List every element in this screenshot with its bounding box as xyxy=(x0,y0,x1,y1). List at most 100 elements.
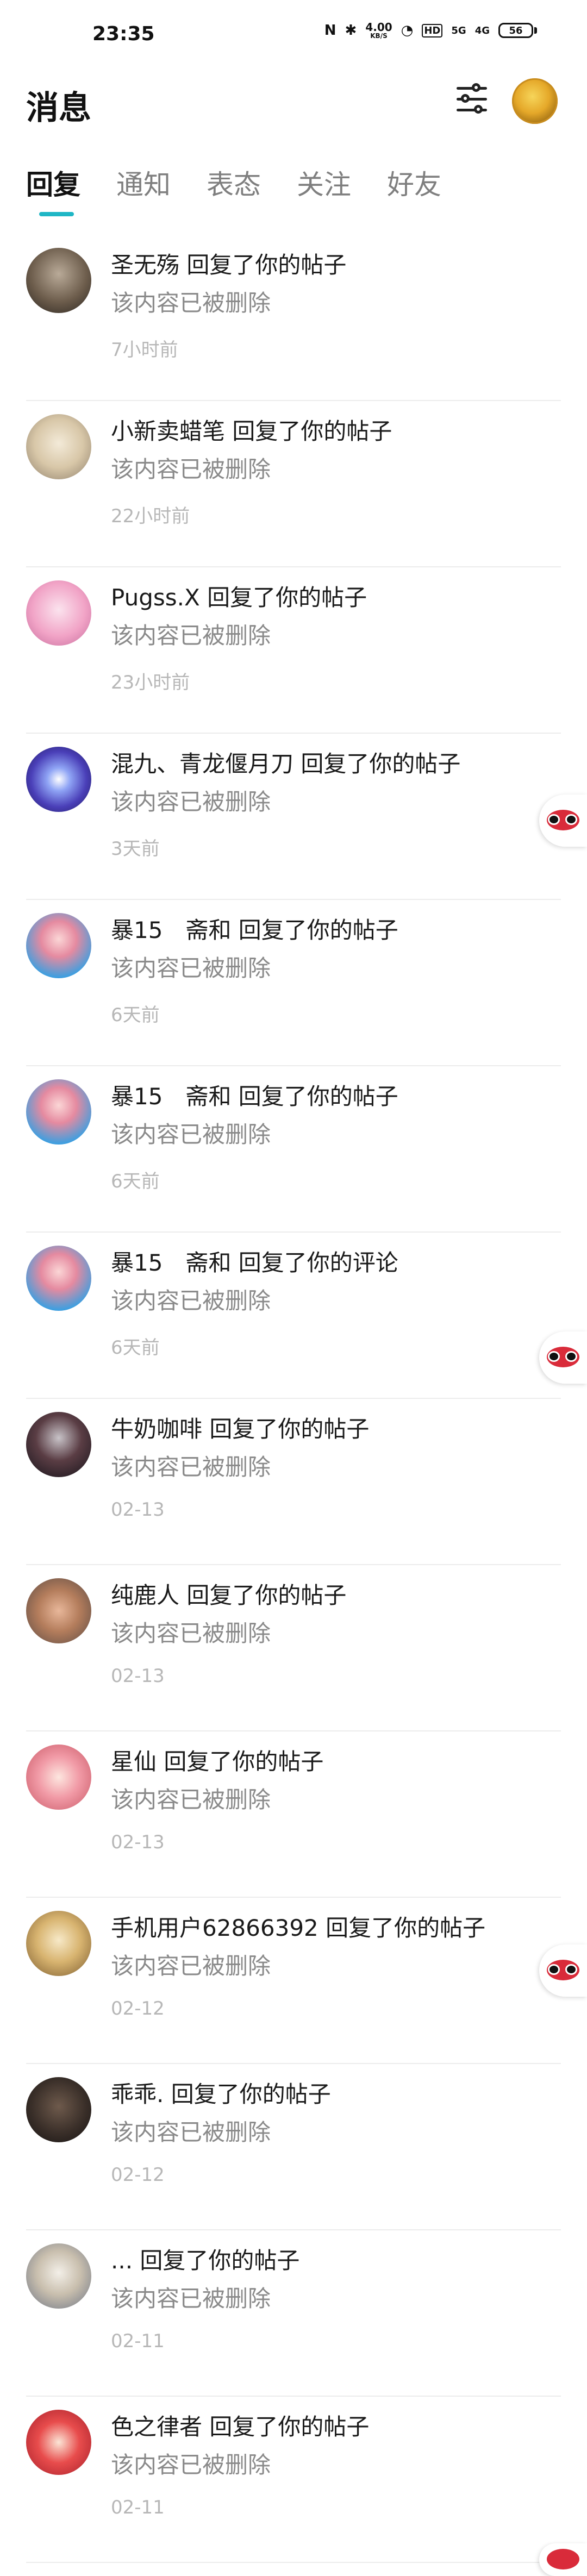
message-title: 纯鹿人 回复了你的帖子 xyxy=(111,1582,347,1609)
message-content: 该内容已被删除 xyxy=(111,1620,271,1647)
message-content: 该内容已被删除 xyxy=(111,1121,271,1148)
list-item[interactable]: 手机用户62866392 回复了你的帖子 该内容已被删除 02-12 xyxy=(0,1898,587,2064)
message-content: 该内容已被删除 xyxy=(111,1953,271,1979)
avatar[interactable] xyxy=(26,747,91,812)
tab-notice[interactable]: 通知 xyxy=(116,163,171,202)
user-avatar[interactable] xyxy=(512,78,558,124)
message-content: 该内容已被删除 xyxy=(111,2452,271,2478)
message-time: 23小时前 xyxy=(111,672,190,693)
message-time: 6天前 xyxy=(111,1337,160,1359)
message-title: 暴15 斋和 回复了你的帖子 xyxy=(111,1083,398,1110)
avatar[interactable] xyxy=(26,1745,91,1810)
list-item[interactable]: 牛奶咖啡 回复了你的帖子 该内容已被删除 02-13 xyxy=(0,1399,587,1565)
message-title: Pugss.X 回复了你的帖子 xyxy=(111,584,367,611)
message-content: 该内容已被删除 xyxy=(111,456,271,483)
avatar[interactable] xyxy=(26,2410,91,2475)
avatar[interactable] xyxy=(26,1578,91,1643)
avatar[interactable] xyxy=(26,1079,91,1145)
status-time: 23:35 xyxy=(92,23,155,45)
tab-follow[interactable]: 关注 xyxy=(297,163,351,202)
message-time: 02-12 xyxy=(111,2164,165,2186)
wifi-icon: ◔ xyxy=(401,22,414,39)
nfc-icon: N xyxy=(324,22,336,39)
message-content: 该内容已被删除 xyxy=(111,1454,271,1480)
message-time: 7小时前 xyxy=(111,339,178,361)
message-title: 圣无殇 回复了你的帖子 xyxy=(111,252,347,278)
message-content: 该内容已被删除 xyxy=(111,789,271,815)
signal-5g-icon: 5G xyxy=(451,24,466,36)
status-bar: 23:35 N ✱ 4.00 KB/S ◔ HD 5G 4G 56 xyxy=(0,0,587,76)
message-content: 该内容已被删除 xyxy=(111,622,271,649)
avatar[interactable] xyxy=(26,248,91,313)
list-item[interactable]: 星仙 回复了你的帖子 该内容已被删除 02-13 xyxy=(0,1731,587,1898)
list-item[interactable]: 纯鹿人 回复了你的帖子 该内容已被删除 02-13 xyxy=(0,1565,587,1731)
message-content: 该内容已被删除 xyxy=(111,2119,271,2146)
avatar[interactable] xyxy=(26,580,91,646)
battery-level: 56 xyxy=(498,23,533,38)
list-item[interactable]: 色之律者 回复了你的帖子 该内容已被删除 02-11 xyxy=(0,2397,587,2563)
message-title: 小新卖蜡笔 回复了你的帖子 xyxy=(111,418,392,445)
message-title: 混九、青龙偃月刀 回复了你的帖子 xyxy=(111,751,461,777)
message-time: 02-13 xyxy=(111,1665,165,1687)
network-speed-value: 4.00 xyxy=(365,21,392,34)
list-item[interactable]: ... 回复了你的帖子 该内容已被删除 02-11 xyxy=(0,2230,587,2397)
message-time: 6天前 xyxy=(111,1171,160,1192)
avatar[interactable] xyxy=(26,2077,91,2142)
message-title: 星仙 回复了你的帖子 xyxy=(111,1748,324,1775)
battery-icon: 56 xyxy=(498,23,537,38)
list-item[interactable]: 暴15 斋和 回复了你的帖子 该内容已被删除 6天前 xyxy=(0,900,587,1066)
avatar[interactable] xyxy=(26,2243,91,2309)
message-time: 02-11 xyxy=(111,2497,165,2518)
message-time: 22小时前 xyxy=(111,505,190,527)
message-title: ... 回复了你的帖子 xyxy=(111,2247,300,2274)
hd-icon: HD xyxy=(422,23,443,37)
message-title: 暴15 斋和 回复了你的帖子 xyxy=(111,917,398,943)
message-list: 圣无殇 回复了你的帖子 该内容已被删除 7小时前 小新卖蜡笔 回复了你的帖子 该… xyxy=(0,235,587,2563)
list-item[interactable]: 混九、青龙偃月刀 回复了你的帖子 该内容已被删除 3天前 xyxy=(0,734,587,900)
signal-4g-icon: 4G xyxy=(474,24,490,36)
list-item[interactable]: 暴15 斋和 回复了你的帖子 该内容已被删除 6天前 xyxy=(0,1066,587,1233)
message-content: 该内容已被删除 xyxy=(111,1287,271,1314)
message-title: 暴15 斋和 回复了你的评论 xyxy=(111,1249,398,1276)
tab-friends[interactable]: 好友 xyxy=(387,163,441,202)
avatar[interactable] xyxy=(26,414,91,479)
message-title: 乖乖. 回复了你的帖子 xyxy=(111,2081,331,2108)
message-time: 6天前 xyxy=(111,1004,160,1026)
message-time: 02-13 xyxy=(111,1831,165,1853)
list-item[interactable]: 小新卖蜡笔 回复了你的帖子 该内容已被删除 22小时前 xyxy=(0,401,587,567)
status-icons: N ✱ 4.00 KB/S ◔ HD 5G 4G 56 xyxy=(324,22,537,39)
list-item[interactable]: Pugss.X 回复了你的帖子 该内容已被删除 23小时前 xyxy=(0,567,587,734)
mask-emoji-icon[interactable] xyxy=(539,2543,587,2576)
mask-emoji-icon[interactable] xyxy=(539,1331,587,1384)
tab-indicator xyxy=(39,212,74,216)
list-item[interactable]: 圣无殇 回复了你的帖子 该内容已被删除 7小时前 xyxy=(0,235,587,401)
tab-reply[interactable]: 回复 xyxy=(26,163,80,202)
network-speed-unit: KB/S xyxy=(370,32,388,40)
avatar[interactable] xyxy=(26,1412,91,1477)
message-time: 3天前 xyxy=(111,838,160,860)
divider xyxy=(26,2562,561,2563)
network-speed: 4.00 KB/S xyxy=(365,22,392,39)
message-time: 02-12 xyxy=(111,1998,165,2019)
mask-emoji-icon[interactable] xyxy=(539,795,587,847)
message-time: 02-13 xyxy=(111,1499,165,1521)
avatar[interactable] xyxy=(26,1911,91,1976)
tab-reaction[interactable]: 表态 xyxy=(207,163,261,202)
message-time: 02-11 xyxy=(111,2330,165,2352)
message-content: 该内容已被删除 xyxy=(111,1786,271,1813)
message-content: 该内容已被删除 xyxy=(111,2285,271,2312)
list-item[interactable]: 暴15 斋和 回复了你的评论 该内容已被删除 6天前 xyxy=(0,1233,587,1399)
list-item[interactable]: 乖乖. 回复了你的帖子 该内容已被删除 02-12 xyxy=(0,2064,587,2230)
filter-icon[interactable] xyxy=(454,82,489,116)
bluetooth-icon: ✱ xyxy=(345,22,357,39)
message-tabs: 回复 通知 表态 关注 好友 xyxy=(26,163,477,202)
message-content: 该内容已被删除 xyxy=(111,290,271,316)
mask-emoji-icon[interactable] xyxy=(539,1944,587,1997)
message-content: 该内容已被删除 xyxy=(111,955,271,981)
message-title: 手机用户62866392 回复了你的帖子 xyxy=(111,1915,486,1941)
avatar[interactable] xyxy=(26,913,91,978)
message-title: 牛奶咖啡 回复了你的帖子 xyxy=(111,1416,370,1442)
avatar[interactable] xyxy=(26,1246,91,1311)
message-title: 色之律者 回复了你的帖子 xyxy=(111,2414,370,2440)
page-title: 消息 xyxy=(26,89,91,127)
